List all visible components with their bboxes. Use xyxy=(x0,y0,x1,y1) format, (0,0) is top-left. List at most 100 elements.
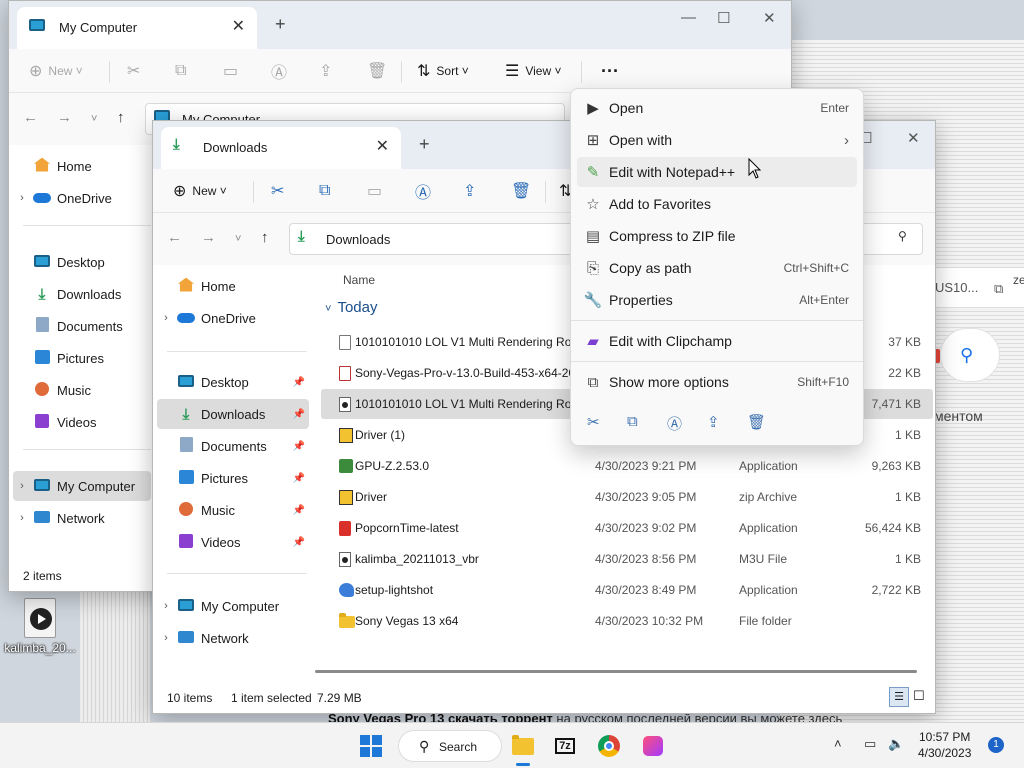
sidebar-item-pictures[interactable]: Pictures xyxy=(13,343,151,373)
sidebar-item-music[interactable]: Music xyxy=(13,375,151,405)
sidebar-item-music[interactable]: Music 📌 xyxy=(157,495,309,525)
sidebar-item-network[interactable]: › Network xyxy=(157,623,309,653)
sidebar-item-network[interactable]: › Network xyxy=(13,503,151,533)
desktop-icon-kalimba[interactable]: kalimba_20... xyxy=(4,598,76,655)
pin-icon[interactable]: 📌 xyxy=(293,473,305,484)
back-arrow-icon[interactable]: ← xyxy=(23,109,38,126)
menu-item-properties[interactable]: 🔧 Properties Alt+Enter xyxy=(577,285,857,315)
menu-item-edit-notepad[interactable]: ✎ Edit with Notepad++ xyxy=(577,157,857,187)
share-button[interactable]: ⇪ xyxy=(319,49,338,93)
recent-chevron-icon[interactable]: ˅ xyxy=(91,113,97,125)
menu-item-edit-clipchamp[interactable]: ▰ Edit with Clipchamp xyxy=(577,326,857,356)
cut-icon[interactable]: ✂ xyxy=(587,413,600,431)
chevron-right-icon[interactable]: › xyxy=(13,480,31,492)
rename-icon[interactable]: Ⓐ xyxy=(667,413,682,434)
close-tab-icon[interactable]: ✕ xyxy=(376,136,389,156)
chevron-right-icon[interactable]: › xyxy=(157,312,175,324)
copy-button[interactable]: ⧉ xyxy=(319,169,336,213)
chevron-up-icon[interactable]: ˄ xyxy=(834,736,842,751)
share-icon[interactable]: ⇪ xyxy=(707,413,720,431)
volume-icon[interactable]: 🔈 xyxy=(888,736,904,752)
close-tab-icon[interactable]: ✕ xyxy=(232,16,245,36)
menu-item-copy-path[interactable]: ⎘ Copy as path Ctrl+Shift+C xyxy=(577,253,857,283)
taskbar-search[interactable]: ⚲ Search xyxy=(398,730,502,762)
column-header-size[interactable]: ze xyxy=(1013,273,1024,287)
chevron-right-icon[interactable]: › xyxy=(13,512,31,524)
tab-downloads[interactable]: ⤓ Downloads ✕ xyxy=(161,127,401,169)
pin-icon[interactable]: 📌 xyxy=(293,377,305,388)
recent-chevron-icon[interactable]: ˅ xyxy=(235,233,241,245)
delete-button[interactable]: 🗑 xyxy=(367,49,393,93)
menu-item-show-more[interactable]: ⧉ Show more options Shift+F10 xyxy=(577,367,857,397)
sidebar-item-onedrive[interactable]: › OneDrive xyxy=(13,183,151,213)
windows-start-icon[interactable] xyxy=(360,735,382,757)
file-row[interactable]: PopcornTime-latest 4/30/2023 9:02 PM Appli… xyxy=(321,513,933,543)
pin-icon[interactable]: 📌 xyxy=(293,441,305,452)
forward-arrow-icon[interactable]: → xyxy=(201,229,216,246)
menu-item-add-favorites[interactable]: ☆ Add to Favorites xyxy=(577,189,857,219)
chrome-icon[interactable] xyxy=(594,731,624,761)
up-arrow-icon[interactable]: ↑ xyxy=(117,109,125,126)
new-tab-button[interactable]: + xyxy=(275,14,286,35)
new-button[interactable]: ⊕ New ˅ xyxy=(29,49,83,93)
view-button[interactable]: ☰ View ˅ xyxy=(505,49,561,93)
new-button[interactable]: ⊕ New ˅ xyxy=(173,169,227,213)
back-arrow-icon[interactable]: ← xyxy=(167,229,182,246)
trash-icon[interactable]: 🗑 xyxy=(747,413,766,431)
close-button[interactable]: ✕ xyxy=(907,129,920,147)
sidebar-item-home[interactable]: Home xyxy=(157,271,309,301)
forward-arrow-icon[interactable]: → xyxy=(57,109,72,126)
delete-button[interactable]: 🗑 xyxy=(511,169,537,213)
clock[interactable]: 10:57 PM 4/30/2023 xyxy=(918,729,971,761)
sidebar-item-downloads[interactable]: ⤓ Downloads xyxy=(13,279,151,309)
maximize-button[interactable]: ☐ xyxy=(717,9,730,27)
sidebar-item-home[interactable]: Home xyxy=(13,151,151,181)
menu-item-open-with[interactable]: ⊞ Open with › xyxy=(577,125,857,155)
sidebar-item-my-computer[interactable]: › My Computer xyxy=(13,471,151,501)
file-row[interactable]: Driver 4/30/2023 9:05 PM zip Archive 1 KB xyxy=(321,482,933,512)
sort-button[interactable]: ⇅ Sort ˅ xyxy=(417,49,469,93)
details-view-button[interactable]: ☰ xyxy=(889,687,909,707)
app-icon[interactable] xyxy=(638,731,668,761)
up-arrow-icon[interactable]: ↑ xyxy=(261,229,269,246)
sidebar-item-documents[interactable]: Documents xyxy=(13,311,151,341)
sidebar-item-documents[interactable]: Documents 📌 xyxy=(157,431,309,461)
tab-my-computer[interactable]: My Computer ✕ xyxy=(17,7,257,49)
sidebar-item-desktop[interactable]: Desktop xyxy=(13,247,151,277)
file-row[interactable]: Sony Vegas 13 x64 4/30/2023 10:32 PM File … xyxy=(321,606,933,636)
copy-icon[interactable]: ⧉ xyxy=(627,413,638,430)
file-row[interactable]: setup-lightshot 4/30/2023 8:49 PM Applicat… xyxy=(321,575,933,605)
file-row[interactable]: GPU-Z.2.53.0 4/30/2023 9:21 PM Application… xyxy=(321,451,933,481)
cut-button[interactable]: ✂ xyxy=(271,169,290,213)
address-bar[interactable]: ⤓ Downloads xyxy=(289,223,579,255)
pin-icon[interactable]: 📌 xyxy=(293,537,305,548)
file-explorer-icon[interactable] xyxy=(508,731,538,766)
column-header-name[interactable]: Name xyxy=(343,273,375,287)
copy-button[interactable]: ⧉ xyxy=(175,49,192,93)
sidebar-item-my-computer[interactable]: › My Computer xyxy=(157,591,309,621)
7zip-icon[interactable]: 7z xyxy=(550,731,580,761)
close-button[interactable]: ✕ xyxy=(763,9,776,27)
rename-button[interactable]: Ⓐ xyxy=(271,49,293,93)
sidebar-item-videos[interactable]: Videos xyxy=(13,407,151,437)
pin-icon[interactable]: 📌 xyxy=(293,409,305,420)
sidebar-item-onedrive[interactable]: › OneDrive xyxy=(157,303,309,333)
sidebar-item-downloads[interactable]: ⤓ Downloads 📌 xyxy=(157,399,309,429)
more-button[interactable]: ··· xyxy=(601,49,619,93)
chevron-right-icon[interactable]: › xyxy=(157,600,175,612)
group-header-today[interactable]: ˅ Today xyxy=(325,299,377,316)
sidebar-item-pictures[interactable]: Pictures 📌 xyxy=(157,463,309,493)
minimize-button[interactable]: — xyxy=(681,9,696,26)
paste-button[interactable]: ▭ xyxy=(367,169,388,213)
menu-item-open[interactable]: ▶ Open Enter xyxy=(577,93,857,123)
network-icon[interactable]: ▭ xyxy=(864,736,876,752)
chevron-right-icon[interactable]: › xyxy=(157,632,175,644)
menu-item-compress-zip[interactable]: ▤ Compress to ZIP file xyxy=(577,221,857,251)
sidebar-item-desktop[interactable]: Desktop 📌 xyxy=(157,367,309,397)
chevron-right-icon[interactable]: › xyxy=(13,192,31,204)
share-button[interactable]: ⇪ xyxy=(463,169,482,213)
horizontal-scrollbar[interactable] xyxy=(315,670,917,673)
rename-button[interactable]: Ⓐ xyxy=(415,169,437,213)
translate-icon[interactable]: ⧉ xyxy=(994,281,1003,297)
file-row[interactable]: kalimba_20211013_vbr 4/30/2023 8:56 PM M3U… xyxy=(321,544,933,574)
